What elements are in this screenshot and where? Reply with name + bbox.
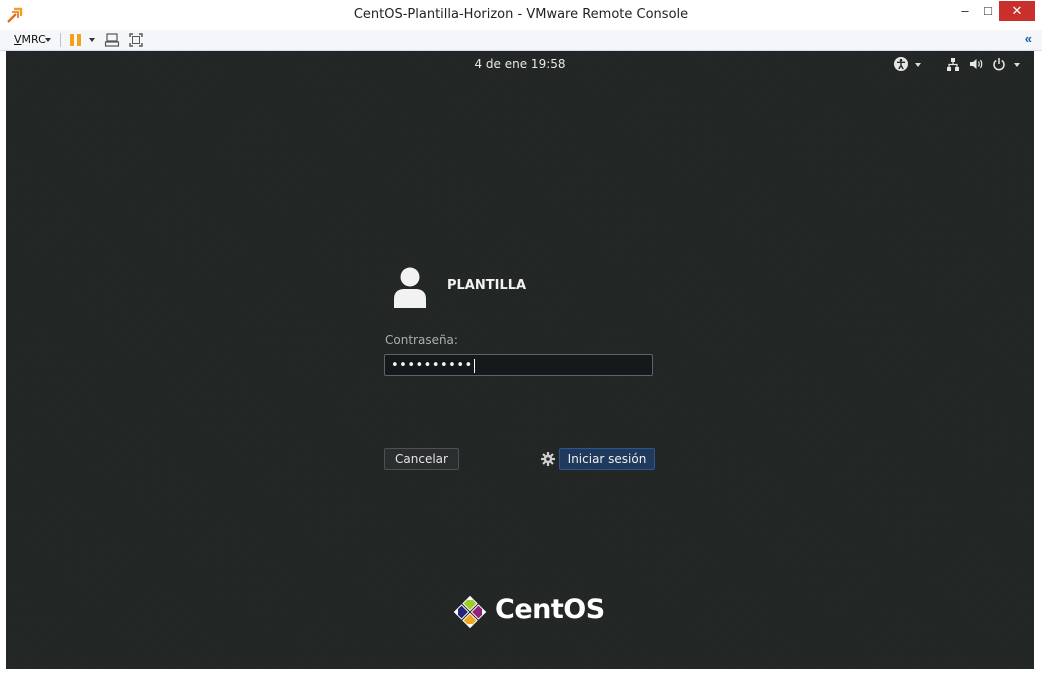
- window-right-border: [1034, 51, 1042, 669]
- accessibility-chevron-down-icon[interactable]: [915, 63, 921, 67]
- window-title: CentOS-Plantilla-Horizon - VMware Remote…: [353, 7, 689, 22]
- power-menu-chevron-down-icon[interactable]: [89, 38, 95, 42]
- vmrc-menu-button[interactable]: VMRC: [14, 33, 46, 46]
- password-label: Contraseña:: [385, 333, 458, 347]
- system-menu-chevron-down-icon[interactable]: [1014, 63, 1020, 67]
- volume-icon[interactable]: [968, 56, 984, 72]
- password-value: ••••••••••: [391, 358, 473, 373]
- minimize-button[interactable]: –: [952, 0, 978, 22]
- vmrc-menu-accel: V: [14, 33, 22, 46]
- send-ctrl-alt-del-icon[interactable]: [104, 32, 120, 48]
- fullscreen-icon[interactable]: [128, 32, 144, 48]
- window-bottom-border: [0, 669, 1042, 673]
- power-icon[interactable]: [992, 56, 1006, 72]
- username-label: PLANTILLA: [447, 278, 527, 293]
- login-button[interactable]: Iniciar sesión: [559, 448, 655, 470]
- close-button[interactable]: ✕: [999, 1, 1035, 21]
- vmrc-toolbar: VMRC «: [0, 30, 1042, 51]
- vm-console-screen[interactable]: 4 de ene 19:58 PLANTILLA Contraseña: •••…: [6, 51, 1034, 669]
- maximize-button[interactable]: □: [978, 0, 998, 22]
- vmrc-menu-chevron-down-icon[interactable]: [45, 38, 51, 42]
- window-left-border: [0, 51, 6, 669]
- pause-icon[interactable]: [70, 34, 82, 46]
- top-bar-clock[interactable]: 4 de ene 19:58: [6, 57, 1034, 71]
- toolbar-divider: [60, 33, 61, 47]
- centos-logo-text: CentOS: [495, 594, 605, 625]
- network-icon[interactable]: [946, 56, 960, 72]
- vmrc-menu-label: MRC: [21, 33, 46, 46]
- accessibility-icon[interactable]: [893, 56, 909, 72]
- password-input[interactable]: ••••••••••: [384, 354, 653, 376]
- gear-icon[interactable]: [540, 451, 556, 467]
- centos-logo-icon: [453, 595, 487, 629]
- window-titlebar: CentOS-Plantilla-Horizon - VMware Remote…: [0, 0, 1042, 31]
- text-cursor: [473, 358, 475, 373]
- user-avatar-icon: [394, 267, 426, 308]
- cancel-button[interactable]: Cancelar: [384, 448, 459, 470]
- collapse-toolbar-button[interactable]: «: [1025, 31, 1032, 46]
